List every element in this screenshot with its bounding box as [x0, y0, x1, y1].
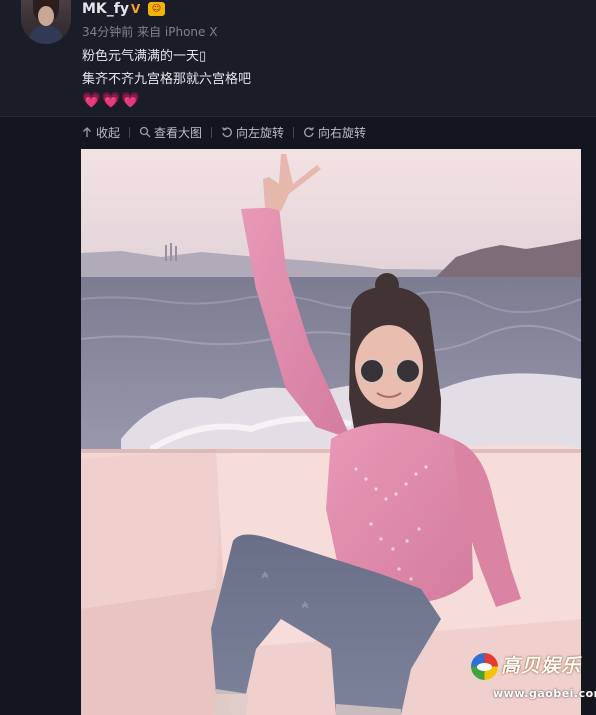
post-meta: 34分钟前 来自 iPhone X [82, 25, 218, 39]
collapse-arrow-icon [83, 127, 91, 137]
rotate-right-icon [304, 127, 315, 138]
view-large-label: 查看大图 [154, 125, 203, 140]
post-photo[interactable] [81, 149, 581, 715]
divider [0, 116, 596, 117]
verified-icon: V [131, 2, 141, 16]
collapse-label: 收起 [96, 125, 121, 140]
toolbar-separator [211, 126, 213, 138]
toolbar-separator [293, 126, 295, 138]
rotate-left-button[interactable]: 向左旋转 [221, 124, 284, 141]
collapse-button[interactable]: 收起 [81, 124, 120, 141]
post-text-line-2: 集齐不齐九宫格那就六宫格吧 [82, 72, 252, 87]
rotate-left-icon [221, 127, 232, 138]
gaobei-logo-icon [471, 653, 498, 680]
image-toolbar: 收起 查看大图 向左旋转 向右旋转 [81, 123, 366, 141]
username-link[interactable]: MK_fy [82, 1, 129, 17]
view-large-button[interactable]: 查看大图 [139, 124, 202, 141]
rotate-right-label: 向右旋转 [318, 125, 367, 140]
post-text-line-1: 粉色元气满满的一天▯ [82, 49, 207, 64]
watermark-url: www.gaobei.com [493, 687, 596, 700]
watermark-brand: 高贝娱乐 [501, 655, 582, 677]
watermark: 高贝娱乐 www.gaobei.com [471, 651, 596, 703]
heart-emoji: 💗💗💗 [82, 91, 142, 109]
toolbar-separator [129, 126, 131, 138]
vip-level-icon[interactable]: ☺ [148, 2, 165, 16]
search-icon [139, 126, 151, 138]
rotate-right-button[interactable]: 向右旋转 [303, 124, 366, 141]
rotate-left-label: 向左旋转 [236, 125, 285, 140]
